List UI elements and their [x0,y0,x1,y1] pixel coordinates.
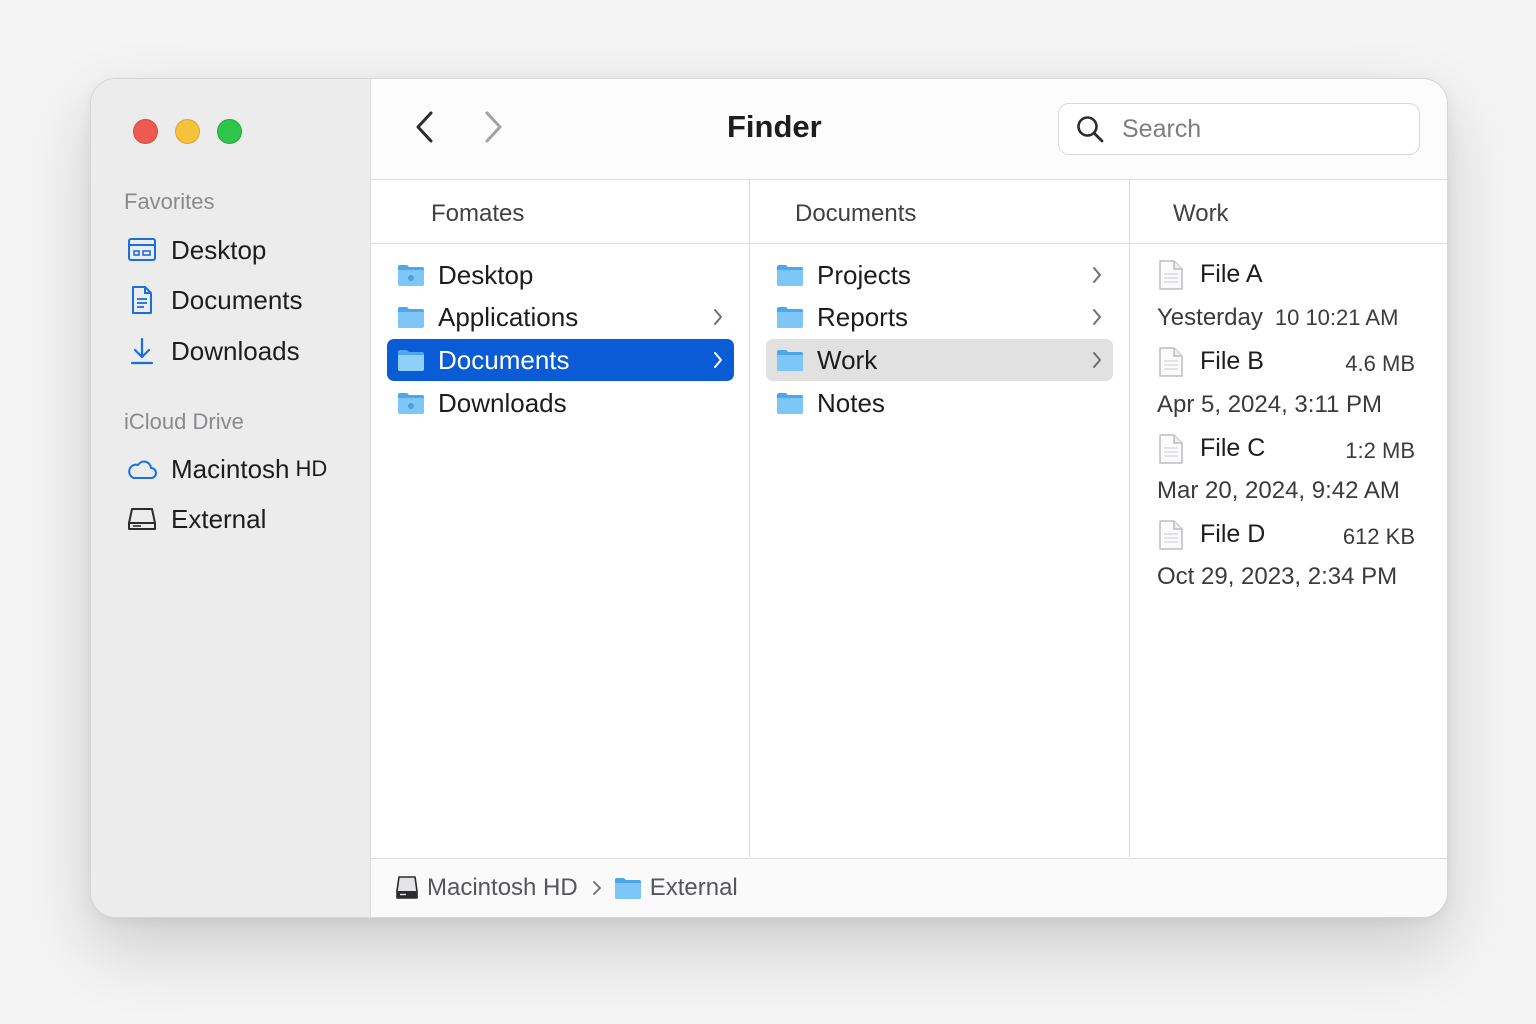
minimize-button[interactable] [175,119,200,144]
file-name: File B [1200,347,1264,375]
main-pane: Finder Fomates Desktop Applications [371,79,1447,917]
sidebar-item-label: External [171,503,267,534]
list-item-applications[interactable]: Applications [387,296,734,338]
sidebar-item-label: Documents [171,284,303,315]
chevron-left-icon [414,110,436,149]
document-icon [126,284,158,316]
sidebar-item-external[interactable]: External [126,501,266,537]
folder-icon [398,350,424,371]
zoom-button[interactable] [217,119,242,144]
list-item-label: Applications [438,301,579,332]
search-input[interactable] [1120,113,1394,145]
file-size: 612 KB [1342,524,1415,549]
list-item-notes[interactable]: Notes [766,382,1113,424]
list-item-label: Desktop [438,259,534,290]
folder-icon [777,307,803,328]
list-item-label: Downloads [438,387,567,418]
column-3: Work File A Yesterday 10 10:21 AM File B … [1130,180,1447,857]
sidebar-item-label: Desktop [171,234,267,265]
search-field[interactable] [1058,103,1420,155]
drive-icon [395,875,419,901]
document-icon [1159,520,1183,550]
sidebar-item-macintosh-hd[interactable]: Macintosh HD [126,451,327,487]
column-header: Work [1130,180,1447,244]
list-item-desktop[interactable]: Desktop [387,254,734,296]
column-header-label: Documents [795,200,917,227]
file-date: Yesterday 10 10:21 AM [1157,304,1398,332]
download-icon [126,335,158,367]
sidebar-item-desktop[interactable]: Desktop [126,232,266,268]
document-icon [1159,347,1183,377]
list-item-projects[interactable]: Projects [766,254,1113,296]
file-size: 1:2 MB [1345,438,1415,463]
column-header-label: Fomates [431,200,525,227]
document-icon [1159,434,1183,464]
column-1: Fomates Desktop Applications Documents D… [371,180,750,857]
column-header: Fomates [371,180,749,244]
folder-icon [777,265,803,286]
list-item-reports[interactable]: Reports [766,296,1113,338]
window-title: Finder [727,109,822,144]
file-size: 4.6 MB [1345,351,1415,376]
sidebar-item-documents[interactable]: Documents [126,282,303,318]
file-name: File A [1200,260,1263,288]
desktop-icon [126,234,158,266]
file-date: Mar 20, 2024, 9:42 AM [1157,477,1400,504]
toolbar: Finder [371,79,1447,180]
folder-icon [777,350,803,371]
sidebar-item-label: Downloads [171,335,300,366]
list-item-work[interactable]: Work [766,339,1113,381]
path-segment-macintosh-hd[interactable]: Macintosh HD [395,874,578,902]
chevron-right-icon [592,879,602,897]
folder-icon [398,265,424,286]
chevron-right-icon [714,309,722,325]
folder-icon [777,393,803,414]
close-button[interactable] [133,119,158,144]
window-controls [133,119,242,144]
path-segment-label: External [649,874,738,901]
chevron-right-icon [1093,309,1101,325]
document-icon [1159,260,1183,290]
list-item-label: Reports [817,301,909,332]
column-header-label: Work [1173,200,1229,227]
sidebar-section-favorites: Favorites [124,189,215,214]
file-date-text: Yesterday [1157,304,1263,331]
list-item-label: Work [817,344,878,375]
chevron-right-icon [1093,267,1101,283]
search-icon [1075,113,1107,145]
back-button[interactable] [405,109,445,149]
chevron-right-icon [1093,352,1101,368]
finder-window: Favorites Desktop Documents Downloads iC… [90,78,1448,918]
path-bar: Macintosh HD External [371,858,1447,917]
sidebar-item-label: Macintosh [171,453,290,484]
path-segment-external[interactable]: External [614,874,738,902]
file-date-extra: 10 10:21 AM [1274,305,1399,330]
list-item-label: Notes [817,387,885,418]
list-item-downloads[interactable]: Downloads [387,382,734,424]
column-2: Documents Projects Reports Work Notes [750,180,1130,857]
column-header: Documents [750,180,1129,244]
folder-icon [614,876,642,900]
sidebar-item-downloads[interactable]: Downloads [126,333,300,369]
forward-button[interactable] [473,109,513,149]
list-item-documents[interactable]: Documents [387,339,734,381]
file-date: Oct 29, 2023, 2:34 PM [1157,563,1398,590]
drive-icon [126,503,158,535]
file-name: File D [1200,520,1266,548]
folder-icon [398,393,424,414]
cloud-icon [126,453,158,485]
file-name: File C [1200,434,1266,462]
list-item-label: Documents [438,344,570,375]
chevron-right-icon [714,352,722,368]
sidebar: Favorites Desktop Documents Downloads iC… [91,79,371,917]
folder-icon [398,307,424,328]
sidebar-item-suffix: HD [295,456,328,481]
chevron-right-icon [482,110,504,149]
list-item-label: Projects [817,259,911,290]
path-segment-label: Macintosh HD [427,874,578,901]
file-date: Apr 5, 2024, 3:11 PM [1157,391,1383,418]
sidebar-section-icloud: iCloud Drive [124,409,244,434]
